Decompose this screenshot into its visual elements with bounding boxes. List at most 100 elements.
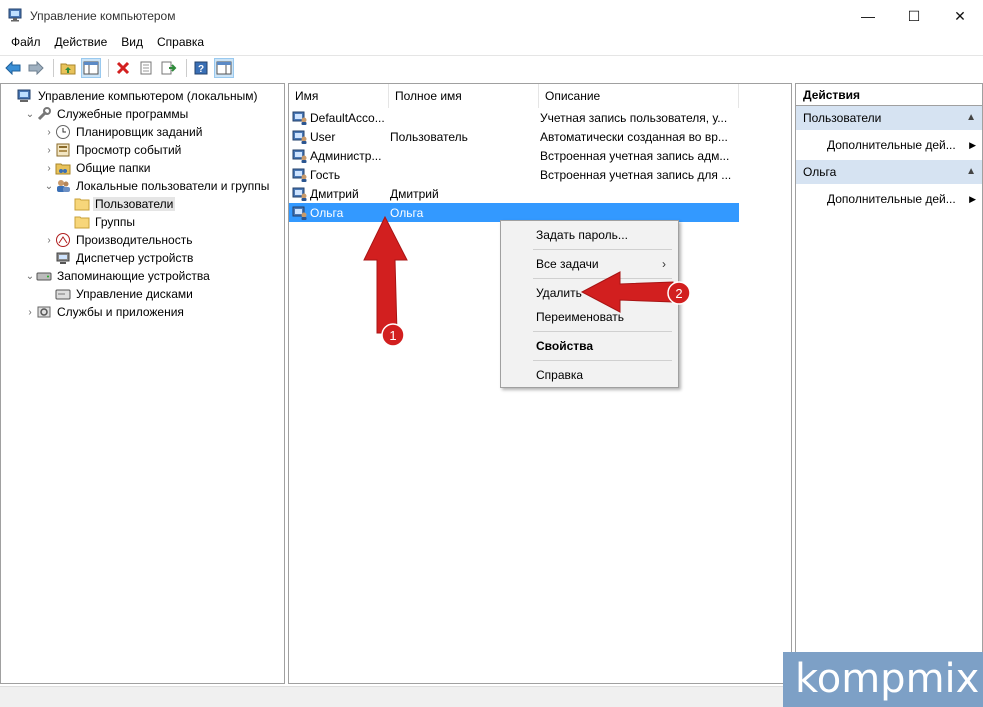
tree-item-label: Просмотр событий [76,143,182,157]
actions-section-olga-label: Ольга [803,165,837,179]
table-row[interactable]: User Пользователь Автоматически созданная … [289,127,739,146]
chevron-right-icon[interactable]: › [43,145,55,156]
column-full-name[interactable]: Полное имя [389,84,539,108]
table-row[interactable]: Администр... Встроенная учетная запись ад… [289,146,739,165]
cell-name: User [289,129,384,145]
cell-name-text: Дмитрий [310,186,359,201]
actions-header: Действия [796,84,982,106]
column-description[interactable]: Описание [539,84,739,108]
tree-item-label: Запоминающие устройства [57,269,210,283]
annotation-arrow-2: 2 [580,271,691,313]
collapse-up-icon: ▲ [966,166,976,177]
menu-view[interactable]: Вид [114,35,150,49]
tree-item[interactable]: Управление дисками [1,285,284,303]
tree-item[interactable]: › Общие папки [1,159,284,177]
actions-section-users[interactable]: Пользователи ▲ [796,106,982,130]
show-hide-action-pane-button[interactable] [214,57,234,78]
users-icon [55,178,71,194]
table-row[interactable]: Гость Встроенная учетная запись для ... [289,165,739,184]
services-icon [36,304,52,320]
tree-item[interactable]: Диспетчер устройств [1,249,284,267]
tree-item-label: Общие папки [76,161,151,175]
tree-item[interactable]: ⌄ Запоминающие устройства [1,267,284,285]
column-name[interactable]: Имя [289,84,389,108]
tree-item[interactable]: › Просмотр событий [1,141,284,159]
tree-item[interactable]: ⌄ Служебные программы [1,105,284,123]
annotation-arrow-1: 1 [363,215,408,347]
ctx-help[interactable]: Справка [503,363,676,387]
list-rows: DefaultAcco... Учетная запись пользовател… [289,108,791,222]
cell-description: Автоматически созданная во вр... [540,129,728,144]
tree-item[interactable]: Управление компьютером (локальным) [1,87,284,105]
chevron-right-icon[interactable]: › [24,307,36,318]
watermark-logo: kompmix [783,652,983,707]
close-icon: ✕ [954,7,966,24]
forward-button[interactable] [26,58,46,78]
menu-help[interactable]: Справка [150,35,211,49]
event-viewer-icon [55,142,71,158]
back-arrow-icon [5,60,21,75]
cell-name: DefaultAcco... [289,110,384,126]
maximize-button[interactable]: ☐ [891,0,937,32]
annotation-label-2: 2 [675,286,682,301]
menu-bar: Файл Действие Вид Справка [0,32,983,52]
cell-full-name: Пользователь [390,129,468,144]
chevron-down-icon[interactable]: ⌄ [24,271,36,282]
table-row[interactable]: Дмитрий Дмитрий [289,184,739,203]
menu-file[interactable]: Файл [4,35,48,49]
cell-name-text: DefaultAcco... [310,110,384,125]
tree-item[interactable]: › Службы и приложения [1,303,284,321]
close-button[interactable]: ✕ [937,0,983,32]
user-account-icon [292,129,308,145]
menu-separator [533,249,672,250]
console-tree-icon [83,61,99,74]
chevron-right-icon[interactable]: › [43,163,55,174]
export-list-button[interactable] [159,58,179,78]
ctx-properties[interactable]: Свойства [503,334,676,358]
user-account-icon [292,110,308,126]
cell-description: Встроенная учетная запись адм... [540,148,730,163]
delete-button[interactable] [113,58,133,78]
show-hide-tree-button[interactable] [81,57,101,78]
cell-name-text: Ольга [310,205,344,220]
chevron-right-icon[interactable]: › [43,127,55,138]
clock-icon [55,124,71,140]
actions-pane: Действия Пользователи ▲ Дополнительные д… [795,83,983,684]
menu-action[interactable]: Действие [48,35,115,49]
chevron-down-icon[interactable]: ⌄ [24,109,36,120]
up-folder-button[interactable] [58,58,78,78]
forward-arrow-icon [28,60,44,75]
help-button[interactable]: ? [191,58,211,78]
properties-button[interactable] [136,58,156,78]
tree-item-label: Диспетчер устройств [76,251,194,265]
more-actions-label: Дополнительные дей... [827,192,956,206]
table-row[interactable]: DefaultAcco... Учетная запись пользовател… [289,108,739,127]
more-actions-olga[interactable]: Дополнительные дей... ▶ [796,184,982,214]
computer-management-icon [8,8,22,22]
actions-section-olga[interactable]: Ольга ▲ [796,160,982,184]
chevron-right-icon[interactable]: › [43,235,55,246]
performance-icon [55,232,71,248]
disk-icon [55,286,71,302]
ctx-set-password[interactable]: Задать пароль... [503,223,676,247]
back-button[interactable] [3,58,23,78]
minimize-button[interactable]: — [845,0,891,32]
tree-item[interactable]: › Производительность [1,231,284,249]
user-account-icon [292,148,308,164]
cell-name-text: Администр... [310,148,382,163]
cell-name-text: User [310,129,336,144]
cell-name: Гость [289,167,384,183]
tree-item[interactable]: ⌄ Локальные пользователи и группы [1,177,284,195]
toolbar: ? [0,55,983,79]
maximize-icon: ☐ [907,7,921,24]
tree-item[interactable]: Пользователи [1,195,284,213]
cell-name-text: Гость [310,167,341,182]
toolbar-separator [108,58,109,77]
tree-item[interactable]: Группы [1,213,284,231]
tree-item-label: Группы [95,215,135,229]
tree-item-label: Производительность [76,233,193,247]
minimize-icon: — [861,8,875,24]
more-actions-users[interactable]: Дополнительные дей... ▶ [796,130,982,160]
chevron-down-icon[interactable]: ⌄ [43,181,55,192]
tree-item[interactable]: › Планировщик заданий [1,123,284,141]
